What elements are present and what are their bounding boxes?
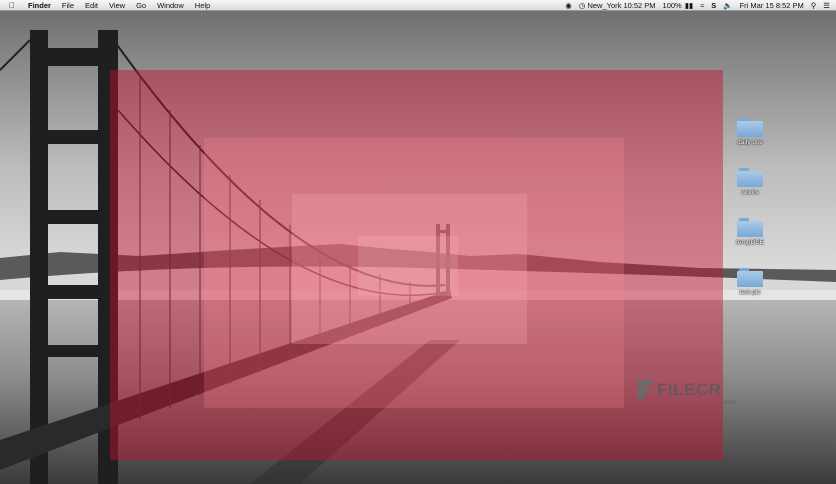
desktop-folder-daily-use[interactable]: daily use — [729, 118, 771, 146]
battery-icon: ▮▮ — [684, 0, 694, 10]
folder-icon — [737, 218, 763, 237]
record-icon[interactable]: ◉ — [565, 0, 572, 11]
desktop-folder-test-pic[interactable]: test-pic — [729, 268, 771, 296]
clock-datetime[interactable]: Fri Mar 15 8:52 PM — [740, 0, 804, 11]
world-clock-text: New_York 10:52 PM — [587, 0, 656, 10]
menu-app-finder[interactable]: Finder — [28, 0, 51, 11]
apple-menu-icon[interactable]:  — [9, 0, 15, 11]
folder-icon — [737, 268, 763, 287]
volume-icon[interactable]: 🔈 — [723, 0, 732, 11]
menu-edit[interactable]: Edit — [85, 0, 98, 11]
desktop-folder-works[interactable]: works — [729, 168, 771, 196]
battery-percent: 100% — [662, 0, 682, 10]
folder-icon — [737, 118, 763, 137]
folder-label: test-pic — [739, 289, 761, 296]
menu-bar:  Finder File Edit View Go Window Help ◉… — [0, 0, 836, 11]
filecr-logo-icon — [638, 380, 652, 400]
text-input-icon[interactable]: S — [711, 0, 716, 11]
menu-file[interactable]: File — [62, 0, 74, 11]
folder-label: daily use — [737, 139, 763, 146]
watermark-text: FILECR — [657, 380, 722, 399]
watermark: FILECR .com — [636, 378, 735, 406]
menu-view[interactable]: View — [109, 0, 125, 11]
menu-help[interactable]: Help — [195, 0, 210, 11]
spotlight-search-icon[interactable]: ⚲ — [811, 0, 817, 11]
battery-status[interactable]: 100% ▮▮ — [663, 0, 694, 11]
watermark-subtext: .com — [722, 400, 736, 406]
desktop-folder-tempdse[interactable]: tempDSE — [729, 218, 771, 246]
menu-window[interactable]: Window — [157, 0, 184, 11]
folder-label: tempDSE — [736, 239, 764, 246]
wifi-icon[interactable]: ≈ — [700, 0, 704, 11]
red-overlay-center — [358, 236, 458, 296]
notification-center-icon[interactable]: ☰ — [823, 0, 830, 11]
desktop-wallpaper — [0, 0, 836, 484]
folder-label: works — [741, 189, 759, 196]
world-clock[interactable]: ◷ New_York 10:52 PM — [579, 0, 656, 11]
menu-go[interactable]: Go — [136, 0, 146, 11]
folder-icon — [737, 168, 763, 187]
